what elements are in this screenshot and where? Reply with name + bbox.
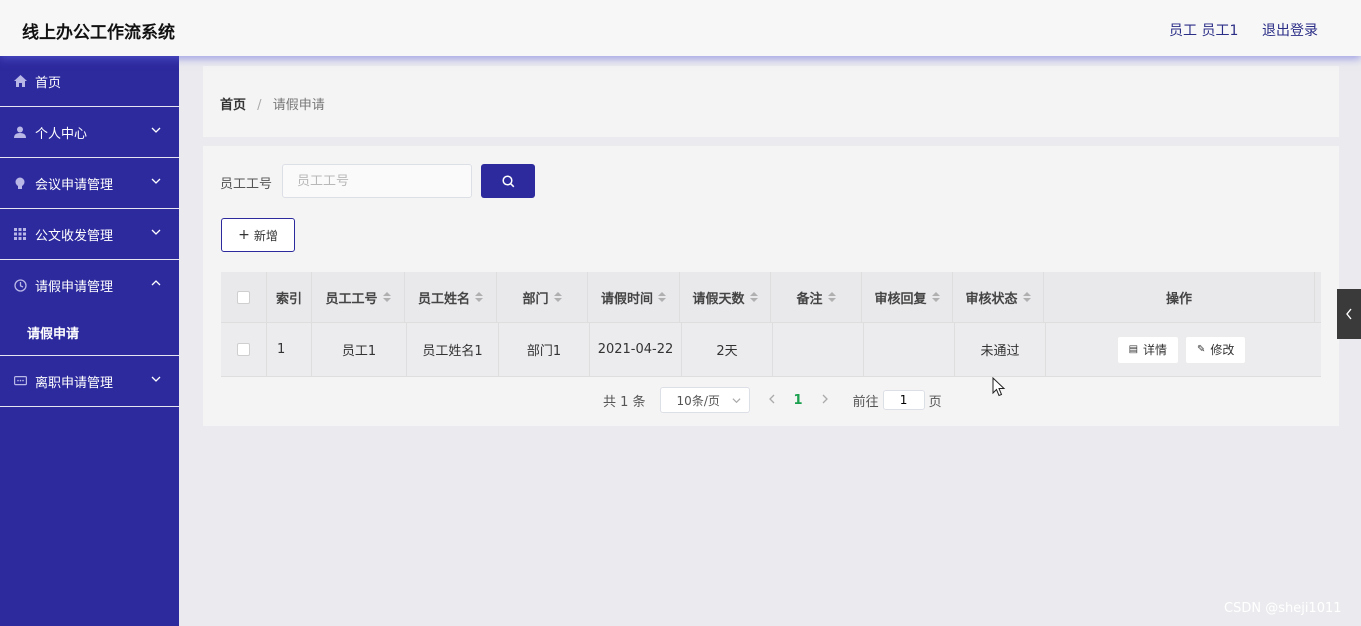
column-header-remark[interactable]: 备注 — [771, 272, 862, 322]
column-header-reply[interactable]: 审核回复 — [862, 272, 953, 322]
home-icon — [13, 74, 27, 88]
watermark: CSDN @sheji1011 — [1224, 601, 1342, 616]
sort-icon[interactable] — [658, 292, 666, 302]
sidebar-subitem-leave-request[interactable]: 请假申请 — [0, 310, 179, 356]
chevron-down-icon — [151, 376, 161, 382]
sort-icon[interactable] — [749, 292, 758, 302]
chevron-down-icon — [732, 397, 741, 403]
clock-icon — [13, 279, 27, 293]
column-header-dept[interactable]: 部门 — [497, 272, 588, 322]
chat-icon — [13, 374, 27, 388]
detail-button[interactable]: ▤ 详情 — [1116, 335, 1180, 364]
bulb-icon — [13, 176, 27, 190]
panel-toggle-button[interactable] — [1337, 289, 1361, 339]
breadcrumb-home[interactable]: 首页 — [220, 98, 246, 113]
add-button-label: 新增 — [253, 228, 278, 243]
sort-icon[interactable] — [931, 292, 940, 302]
page-size-select[interactable]: 10条/页 — [659, 387, 750, 413]
pagination-total: 共 1 条 — [603, 394, 646, 410]
sort-icon[interactable] — [1022, 292, 1031, 302]
search-input[interactable] — [282, 164, 472, 198]
cell-emp-no: 员工1 — [312, 323, 407, 376]
sidebar: 首页 个人中心 会议申请管理 公文收发管理 请假申请管理 请假申请 离职申请管理 — [0, 56, 179, 626]
sidebar-item-label: 离职申请管理 — [35, 375, 114, 391]
search-button[interactable] — [481, 164, 535, 198]
sidebar-item-home[interactable]: 首页 — [0, 56, 179, 107]
top-header: 线上办公工作流系统 员工 员工1 退出登录 — [0, 0, 1361, 56]
pencil-icon: ✎ — [1197, 344, 1206, 355]
table-row: 1 员工1 员工姓名1 部门1 2021-04-22 2天 未通过 ▤ 详情 ✎… — [221, 322, 1321, 377]
app-title: 线上办公工作流系统 — [22, 23, 175, 43]
mouse-cursor-icon — [992, 377, 1006, 397]
column-header-status[interactable]: 审核状态 — [953, 272, 1044, 322]
logout-link[interactable]: 退出登录 — [1262, 20, 1318, 40]
row-checkbox[interactable] — [237, 343, 250, 356]
search-label: 员工工号 — [220, 177, 273, 192]
chevron-left-icon — [1346, 308, 1352, 320]
column-header-emp-no[interactable]: 员工工号 — [312, 272, 405, 322]
sort-icon[interactable] — [382, 292, 391, 302]
breadcrumb-current: 请假申请 — [272, 98, 325, 113]
cell-days: 2天 — [682, 323, 773, 376]
column-header-emp-name[interactable]: 员工姓名 — [405, 272, 497, 322]
breadcrumb-separator: / — [257, 98, 262, 113]
column-header-days[interactable]: 请假天数 — [680, 272, 771, 322]
cell-remark — [773, 323, 864, 376]
pagination: 共 1 条 10条/页 1 前往 页 — [603, 387, 942, 413]
chevron-down-icon — [151, 178, 161, 184]
goto-suffix: 页 — [928, 394, 942, 410]
chevron-down-icon — [151, 229, 161, 235]
document-icon: ▤ — [1128, 344, 1139, 355]
sidebar-item-label: 首页 — [35, 75, 62, 91]
cell-reply — [864, 323, 955, 376]
user-icon — [13, 125, 27, 139]
grid-icon — [13, 227, 27, 241]
sidebar-item-label: 个人中心 — [35, 126, 88, 142]
sidebar-item-documents[interactable]: 公文收发管理 — [0, 209, 179, 260]
cell-emp-name: 员工姓名1 — [407, 323, 499, 376]
sidebar-item-label: 请假申请管理 — [35, 280, 114, 295]
add-button[interactable]: + 新增 — [221, 218, 295, 252]
table-header: 索引 员工工号 员工姓名 部门 请假时间 请假天数 备注 审核回复 审核状态 操… — [221, 272, 1321, 322]
cell-actions: ▤ 详情 ✎ 修改 — [1046, 323, 1317, 376]
sidebar-item-personal-center[interactable]: 个人中心 — [0, 107, 179, 158]
column-header-index: 索引 — [267, 272, 312, 322]
column-header-actions: 操作 — [1044, 272, 1315, 322]
cell-index: 1 — [267, 323, 312, 376]
leave-table: 索引 员工工号 员工姓名 部门 请假时间 请假天数 备注 审核回复 审核状态 操… — [221, 272, 1321, 377]
goto-prefix: 前往 — [852, 394, 879, 410]
sidebar-item-label: 会议申请管理 — [35, 177, 114, 193]
sort-icon[interactable] — [553, 292, 562, 302]
plus-icon: + — [238, 227, 250, 243]
chevron-right-icon — [822, 394, 828, 403]
sidebar-item-leave[interactable]: 请假申请管理 — [0, 260, 179, 311]
select-all-cell — [221, 272, 267, 322]
chevron-down-icon — [151, 127, 161, 133]
cell-dept: 部门1 — [499, 323, 590, 376]
page-number[interactable]: 1 — [794, 393, 803, 408]
edit-button[interactable]: ✎ 修改 — [1185, 335, 1247, 364]
main-card: 员工工号 + 新增 索引 员工工号 员工姓名 部门 请假时间 请假天数 备注 审… — [203, 146, 1339, 426]
column-header-date[interactable]: 请假时间 — [588, 272, 680, 322]
chevron-left-icon — [768, 394, 775, 403]
search-icon — [501, 174, 514, 187]
cell-date: 2021-04-22 — [590, 323, 682, 376]
goto-page-input[interactable] — [882, 390, 925, 410]
cell-status: 未通过 — [955, 323, 1046, 376]
sort-icon[interactable] — [475, 292, 483, 302]
breadcrumb: 首页 / 请假申请 — [220, 94, 325, 113]
prev-page-button[interactable] — [768, 393, 776, 408]
sort-icon[interactable] — [827, 292, 836, 302]
next-page-button[interactable] — [821, 393, 829, 408]
chevron-up-icon — [151, 280, 161, 286]
sidebar-item-resignation[interactable]: 离职申请管理 — [0, 356, 179, 407]
sidebar-item-meeting[interactable]: 会议申请管理 — [0, 158, 179, 209]
current-user: 员工 员工1 — [1169, 23, 1239, 39]
row-select-cell — [221, 323, 267, 376]
select-all-checkbox[interactable] — [237, 290, 250, 304]
sidebar-item-label: 公文收发管理 — [35, 228, 114, 244]
breadcrumb-card: 首页 / 请假申请 — [203, 66, 1339, 137]
